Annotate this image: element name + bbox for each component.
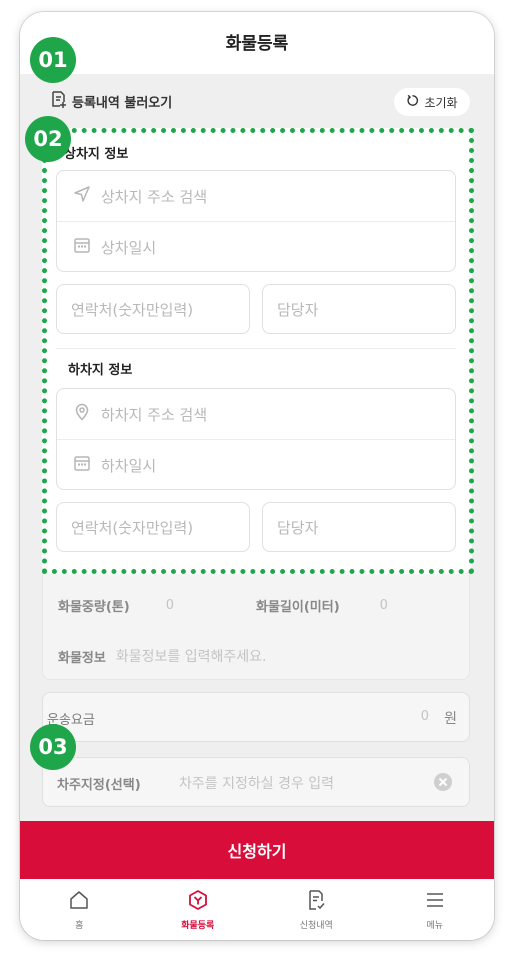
pickup-manager-input[interactable]: 담당자 [262,284,456,334]
driver-input[interactable]: 차주지정(선택) 차주를 지정하실 경우 입력 [42,757,470,807]
page-title: 화물등록 [225,33,289,54]
section-divider [56,348,456,349]
tab-home[interactable]: 홈 [20,879,139,940]
pickup-manager-placeholder: 담당자 [277,300,319,319]
dropoff-address-placeholder: 하차지 주소 검색 [101,405,208,424]
pickup-section-title: 상차지 정보 [64,147,129,162]
reset-button[interactable]: 초기화 [394,88,470,116]
tab-cargo-register[interactable]: 화물등록 [139,879,258,940]
document-add-icon [50,90,66,112]
dropoff-field-group: 하차지 주소 검색 하차일시 [56,388,456,490]
reset-label: 초기화 [424,95,458,110]
calendar-icon [73,454,91,476]
cargo-length-label: 화물길이(미터) [256,600,340,615]
dropoff-section-title: 하차지 정보 [68,363,133,378]
cargo-info-input[interactable]: 화물정보 화물정보를 입력해주세요. [58,646,266,666]
pickup-date-input[interactable]: 상차일시 [57,222,455,272]
load-bar: 등록내역 불러오기 초기화 [20,74,494,128]
pickup-field-group: 상차지 주소 검색 상차일시 [56,170,456,272]
cargo-info-placeholder: 화물정보를 입력해주세요. [115,649,267,665]
tab-history-label: 신청내역 [299,920,333,931]
dropoff-contact-placeholder: 연락처(숫자만입력) [71,518,194,537]
dropoff-manager-placeholder: 담당자 [277,518,319,537]
load-history-label: 등록내역 불러오기 [72,95,173,111]
tab-menu-label: 메뉴 [426,920,444,931]
tab-menu[interactable]: 메뉴 [376,879,495,940]
driver-placeholder: 차주를 지정하실 경우 입력 [179,776,335,792]
annotation-badge-03: 03 [30,724,76,770]
cargo-weight-label: 화물중량(톤) [58,600,130,615]
submit-label: 신청하기 [227,842,287,861]
dropoff-contact-input[interactable]: 연락처(숫자만입력) [56,502,250,552]
hamburger-menu-icon [424,889,446,915]
load-history-button[interactable]: 등록내역 불러오기 [50,90,172,112]
annotation-badge-02: 02 [25,116,71,162]
fee-input[interactable]: 운송요금 0 원 [42,692,470,742]
refresh-icon [406,94,419,110]
annotation-badge-01: 01 [30,37,76,83]
dropoff-manager-input[interactable]: 담당자 [262,502,456,552]
pickup-date-placeholder: 상차일시 [101,238,157,257]
dropoff-date-input[interactable]: 하차일시 [57,440,455,490]
driver-label: 차주지정(선택) [57,778,141,793]
app-header: 화물등록 [20,12,494,74]
home-icon [68,889,90,915]
cube-icon [187,889,209,915]
cargo-length-input[interactable]: 화물길이(미터) 0 [256,596,388,615]
submit-button[interactable]: 신청하기 [20,821,494,879]
location-pin-icon [73,403,91,425]
cargo-info-label: 화물정보 [58,650,106,666]
cargo-weight-input[interactable]: 화물중량(톤) 0 [58,596,174,615]
tab-home-label: 홈 [75,920,84,931]
dropoff-date-placeholder: 하차일시 [101,456,157,475]
pickup-contact-placeholder: 연락처(숫자만입력) [71,300,194,319]
cargo-length-value: 0 [379,598,388,613]
phone-frame: 화물등록 등록내역 불러오기 초기화 상차지 정보 상차지 주소 검색 상차일시… [20,12,494,940]
tab-cargo-register-label: 화물등록 [181,920,215,931]
navigation-arrow-icon [73,185,91,207]
document-check-icon [305,889,327,915]
fee-value: 0 [420,709,429,724]
pickup-address-placeholder: 상차지 주소 검색 [101,187,208,206]
clear-icon[interactable] [433,772,453,796]
cargo-weight-value: 0 [165,598,174,613]
dropoff-address-input[interactable]: 하차지 주소 검색 [57,389,455,439]
calendar-icon [73,236,91,258]
bottom-tab-bar: 홈 화물등록 신청내역 메뉴 [20,879,494,940]
tab-history[interactable]: 신청내역 [257,879,376,940]
pickup-address-input[interactable]: 상차지 주소 검색 [57,171,455,221]
fee-unit: 원 [444,711,457,727]
pickup-contact-input[interactable]: 연락처(숫자만입력) [56,284,250,334]
